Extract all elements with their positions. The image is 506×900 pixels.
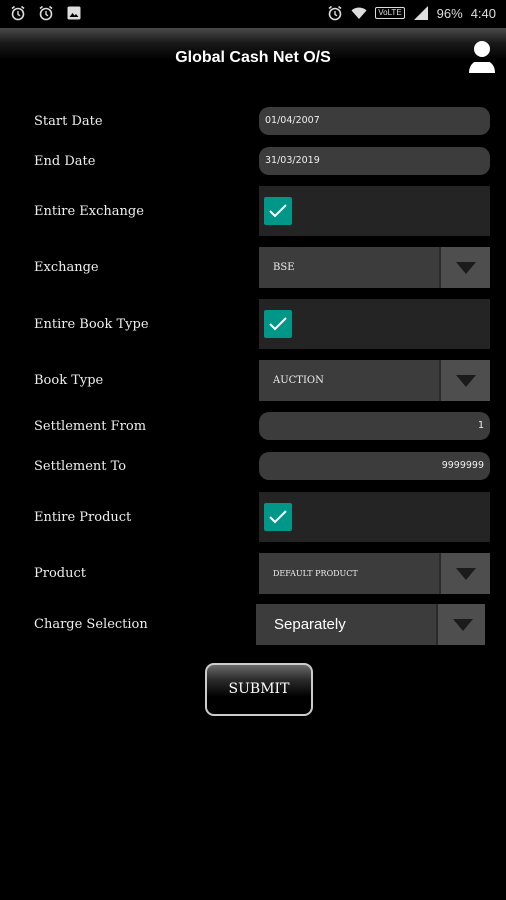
status-bar: VoLTE 96% 4:40	[0, 0, 506, 28]
start-date-value: 01/04/2007	[265, 115, 320, 126]
book-type-label: Book Type	[34, 373, 104, 388]
book-type-select[interactable]: AUCTION	[259, 360, 490, 401]
entire-product-label: Entire Product	[34, 510, 132, 525]
product-select[interactable]: DEFAULT PRODUCT	[259, 553, 490, 594]
book-type-dropdown-button[interactable]	[439, 360, 490, 401]
page-title: Global Cash Net O/S	[175, 49, 331, 66]
start-date-label: Start Date	[34, 114, 103, 129]
charge-selection-label: Charge Selection	[34, 617, 148, 632]
entire-exchange-checkbox[interactable]	[264, 197, 292, 225]
image-icon	[67, 6, 81, 20]
entire-book-type-label: Entire Book Type	[34, 317, 149, 332]
settlement-from-label: Settlement From	[34, 419, 147, 434]
book-type-value: AUCTION	[273, 375, 324, 386]
entire-book-type-checkbox[interactable]	[264, 310, 292, 338]
end-date-field[interactable]: 31/03/2019	[259, 147, 490, 175]
entire-book-type-container	[259, 299, 490, 349]
settlement-from-field[interactable]: 1	[259, 412, 490, 440]
submit-button[interactable]: SUBMIT	[205, 663, 313, 716]
product-dropdown-button[interactable]	[439, 553, 490, 594]
exchange-dropdown-button[interactable]	[439, 247, 490, 288]
volte-badge: VoLTE	[375, 7, 405, 19]
alarm-icon	[11, 5, 25, 21]
check-icon	[269, 204, 287, 218]
exchange-label: Exchange	[34, 260, 99, 275]
charge-selection-value: Separately	[274, 616, 346, 633]
entire-exchange-label: Entire Exchange	[34, 204, 144, 219]
check-icon	[269, 317, 287, 331]
app-bar: Global Cash Net O/S	[0, 28, 506, 86]
signal-icon	[413, 6, 428, 20]
settlement-to-field[interactable]: 9999999	[259, 452, 490, 480]
alarm-icon	[39, 5, 53, 21]
check-icon	[269, 510, 287, 524]
product-label: Product	[34, 566, 86, 581]
alarm-icon	[328, 5, 342, 21]
charge-selection-dropdown-button[interactable]	[436, 604, 485, 645]
exchange-select[interactable]: BSE	[259, 247, 490, 288]
wifi-icon	[351, 7, 367, 19]
battery-percent: 96%	[436, 5, 463, 21]
end-date-value: 31/03/2019	[265, 155, 320, 166]
dropdown-arrow-icon	[456, 375, 476, 387]
dropdown-arrow-icon	[453, 619, 473, 631]
end-date-label: End Date	[34, 154, 96, 169]
clock-time: 4:40	[470, 5, 496, 21]
start-date-field[interactable]: 01/04/2007	[259, 107, 490, 135]
exchange-value: BSE	[273, 262, 295, 273]
dropdown-arrow-icon	[456, 262, 476, 274]
user-icon[interactable]	[468, 40, 496, 74]
settlement-to-label: Settlement To	[34, 459, 127, 474]
dropdown-arrow-icon	[456, 568, 476, 580]
entire-product-checkbox[interactable]	[264, 503, 292, 531]
settlement-from-value: 1	[477, 420, 484, 431]
entire-exchange-container	[259, 186, 490, 236]
charge-selection-select[interactable]: Separately	[256, 604, 485, 645]
settlement-to-value: 9999999	[441, 460, 484, 471]
product-value: DEFAULT PRODUCT	[273, 569, 358, 578]
entire-product-container	[259, 492, 490, 542]
